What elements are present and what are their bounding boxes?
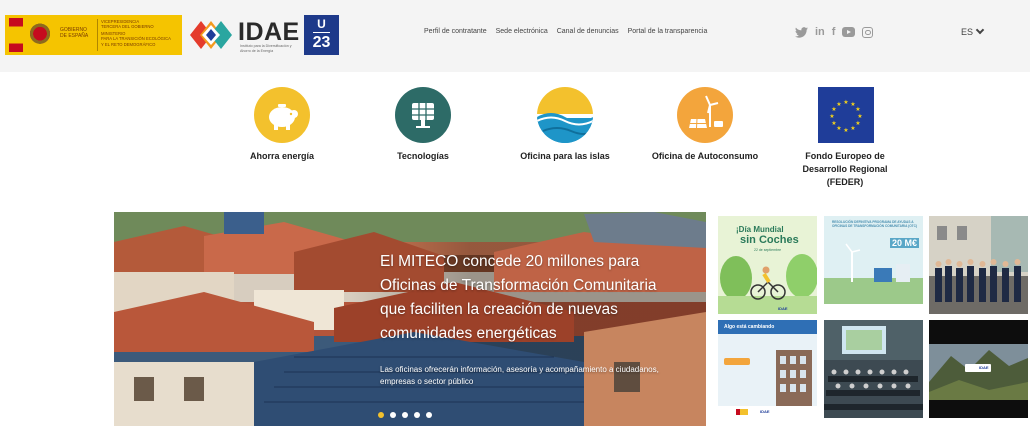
quick-link-label: Ahorra energía	[249, 151, 315, 161]
thumb-mountain-video[interactable]: IDAE	[929, 320, 1028, 418]
building-illustration	[718, 320, 817, 418]
idae-wordmark: IDAE	[238, 18, 300, 46]
quick-link-label: Fondo Europeo de Desarrollo Regional (FE…	[802, 151, 888, 187]
conference-image	[824, 320, 923, 418]
piggy-bank-icon	[254, 87, 310, 143]
slider-dots	[378, 412, 432, 418]
coat-of-arms-icon	[27, 22, 53, 48]
svg-text:★: ★	[843, 99, 848, 106]
thumb-caption: RESOLUCIÓN DEFINITIVA PROGRAMA DE AYUDAS…	[832, 220, 917, 228]
svg-text:★: ★	[836, 125, 841, 132]
thumb-line1: Algo está cambiando	[724, 324, 775, 330]
u23-logo[interactable]: U 23	[304, 15, 339, 55]
site-header: GOBIERNO DE ESPAÑA VICEPRESIDENCIA TERCE…	[0, 0, 1030, 72]
gobierno-de-espana-logo[interactable]: GOBIERNO DE ESPAÑA VICEPRESIDENCIA TERCE…	[5, 15, 182, 55]
svg-text:★: ★	[831, 120, 836, 127]
instagram-icon[interactable]	[862, 26, 874, 38]
svg-text:★: ★	[843, 127, 848, 134]
island-wave-icon	[537, 87, 593, 143]
thumb-algo-esta-cambiando[interactable]: Algo está cambiando IDAE	[718, 320, 817, 418]
ministry-line-4: PARA LA TRANSICIÓN ECOLÓGICA	[101, 36, 171, 42]
ministry-line-5: Y EL RETO DEMOGRÁFICO	[101, 41, 156, 47]
solar-panel-icon	[395, 87, 451, 143]
group-photo-image	[929, 216, 1028, 314]
idae-logo[interactable]: IDAE Instituto para la Diversificación y…	[188, 15, 300, 55]
thumb-brand: IDAE	[778, 306, 788, 311]
ministry-line-2: TERCERA DEL GOBIERNO	[101, 24, 154, 30]
top-links-nav: Perfil de contratante Sede electrónica C…	[424, 28, 714, 35]
gov-line2: DE ESPAÑA	[60, 33, 89, 39]
facebook-icon[interactable]: f	[832, 26, 836, 38]
social-links: in f	[795, 26, 874, 38]
link-perfil-contratante[interactable]: Perfil de contratante	[424, 28, 487, 35]
eu-flag-icon: ★ ★ ★ ★ ★ ★ ★ ★ ★ ★ ★ ★	[818, 87, 874, 143]
thumb-oficinas-transformacion[interactable]: RESOLUCIÓN DEFINITIVA PROGRAMA DE AYUDAS…	[824, 216, 923, 314]
slider-dot[interactable]	[414, 412, 420, 418]
slider-dot[interactable]	[378, 412, 384, 418]
idae-subtitle: Instituto para la Diversificación y Ahor…	[240, 44, 292, 53]
slider-dot[interactable]	[390, 412, 396, 418]
thumb-line2: sin Coches	[740, 234, 799, 246]
link-sede-electronica[interactable]: Sede electrónica	[496, 28, 548, 35]
language-label: ES	[961, 27, 974, 37]
linkedin-icon[interactable]: in	[815, 26, 825, 38]
thumb-date: 22 de septiembre	[754, 248, 782, 252]
slider-dot[interactable]	[426, 412, 432, 418]
hero-slider[interactable]: El MITECO concede 20 millones para Ofici…	[114, 212, 706, 426]
svg-text:★: ★	[850, 125, 855, 132]
u23-bottom: 23	[312, 34, 331, 51]
thumb-brand: IDAE	[760, 409, 770, 414]
idae-mark-icon	[190, 21, 232, 49]
language-selector[interactable]: ES	[961, 25, 985, 37]
u23-bar	[313, 32, 330, 33]
svg-text:★: ★	[855, 120, 860, 127]
svg-text:★: ★	[857, 113, 862, 120]
svg-text:★: ★	[836, 101, 841, 108]
svg-text:★: ★	[829, 113, 834, 120]
slider-dot[interactable]	[402, 412, 408, 418]
link-portal-transparencia[interactable]: Portal de la transparencia	[628, 28, 708, 35]
ministry-text: VICEPRESIDENCIA TERCERA DEL GOBIERNO MIN…	[101, 19, 179, 47]
wind-turbines-illustration	[824, 216, 923, 314]
hero-subtitle: Las oficinas ofrecerán información, ases…	[380, 365, 659, 386]
gov-logo-text: GOBIERNO DE ESPAÑA	[60, 27, 95, 39]
thumb-brand: IDAE	[979, 365, 989, 370]
twitter-icon[interactable]	[795, 26, 808, 38]
thumb-amount: 20 M€	[890, 238, 920, 248]
quick-link-label: Oficina para las islas	[520, 151, 610, 161]
thumb-event-photo-group[interactable]	[929, 216, 1028, 314]
quick-link-label: Oficina de Autoconsumo	[651, 151, 759, 161]
u23-top: U	[317, 17, 326, 31]
gov-divider	[97, 19, 98, 51]
hero-title[interactable]: El MITECO concede 20 millones para Ofici…	[380, 250, 680, 346]
youtube-icon[interactable]	[842, 27, 856, 37]
spain-flag-icon	[9, 18, 23, 52]
thumb-conference-photo[interactable]	[824, 320, 923, 418]
quick-link-label: Tecnologías	[397, 151, 449, 161]
link-canal-denuncias[interactable]: Canal de denuncias	[557, 28, 619, 35]
svg-text:★: ★	[855, 106, 860, 113]
chevron-down-icon	[975, 25, 985, 35]
wind-solar-icon	[677, 87, 733, 143]
thumb-line1: ¡Día Mundial	[736, 225, 784, 234]
thumb-dia-mundial-sin-coches[interactable]: ¡Día Mundial sin Coches 22 de septiembre…	[718, 216, 817, 314]
